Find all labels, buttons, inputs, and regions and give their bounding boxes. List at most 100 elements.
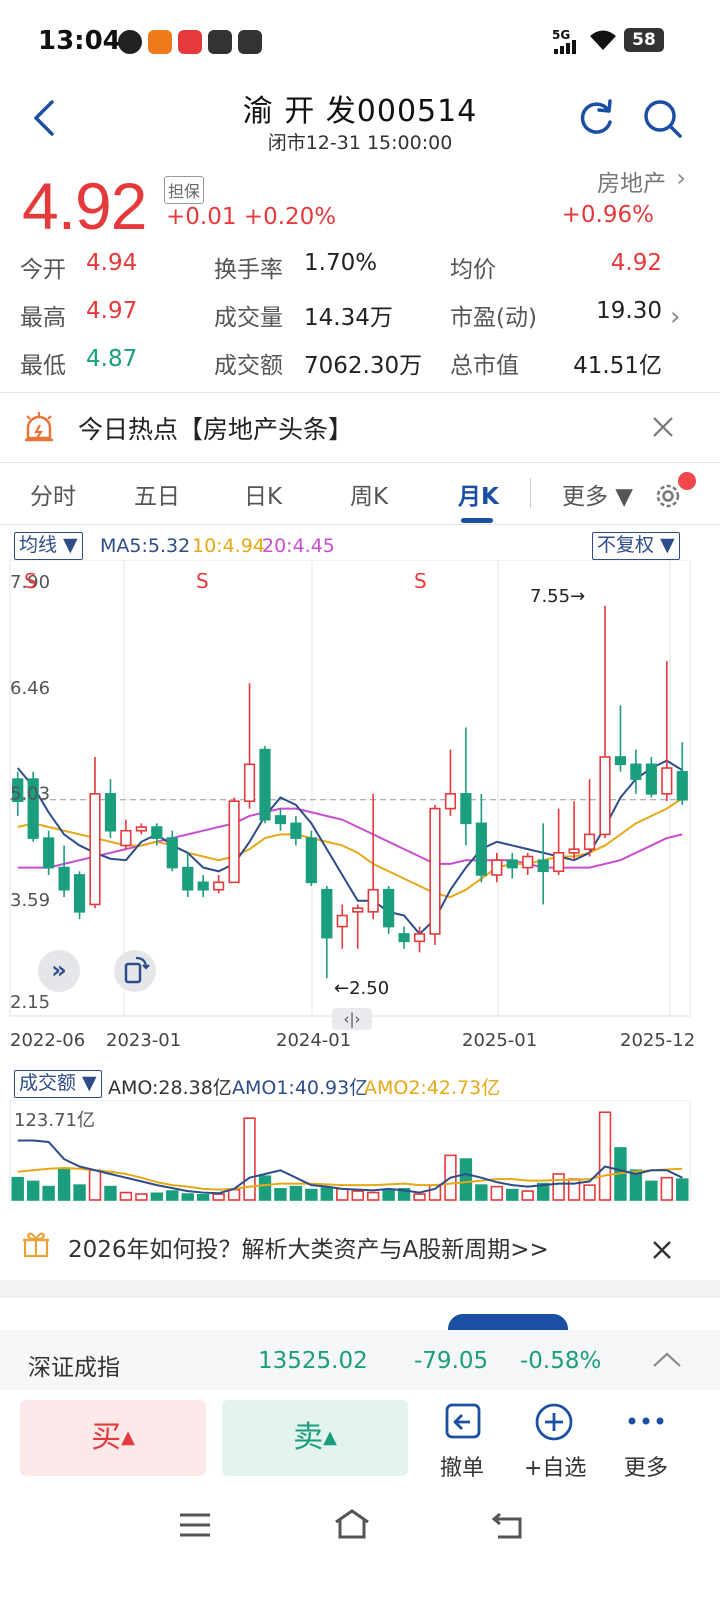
volume-bar: [351, 1190, 364, 1201]
tab-4[interactable]: 月K: [458, 477, 499, 511]
volume-bar: [258, 1175, 272, 1201]
cancel-order-label[interactable]: 撤单: [440, 1450, 484, 1482]
chevron-up-icon[interactable]: [652, 1350, 682, 1368]
hot-topic-link[interactable]: 今日热点【房地产头条】: [78, 410, 353, 446]
candle: [243, 683, 256, 809]
add-watchlist-label[interactable]: +自选: [524, 1450, 586, 1482]
stat-value: 14.34万: [304, 305, 393, 331]
volume-bar: [73, 1184, 86, 1201]
more-icon[interactable]: [626, 1414, 666, 1428]
volume-bar: [552, 1173, 565, 1201]
stat-value: 41.51亿: [573, 353, 662, 379]
candle-body: [120, 829, 132, 847]
search-icon[interactable]: [640, 96, 684, 140]
candle: [228, 797, 240, 884]
tab-3[interactable]: 周K: [350, 477, 388, 511]
candle-body: [630, 763, 642, 780]
candle-body: [89, 793, 101, 906]
volume-selector[interactable]: 成交额 ▼: [14, 1070, 102, 1098]
s-marker: S: [24, 569, 37, 593]
volume-bar: [11, 1176, 24, 1201]
candle-body: [367, 888, 379, 913]
add-watchlist-icon[interactable]: [534, 1402, 574, 1442]
index-percent: -0.58%: [520, 1348, 602, 1374]
tab-2[interactable]: 日K: [244, 477, 282, 511]
battery-level: 58: [632, 30, 656, 50]
adjust-selector[interactable]: 不复权 ▼: [592, 532, 680, 560]
banner-close-icon[interactable]: [652, 1240, 672, 1260]
tab-1[interactable]: 五日: [134, 477, 180, 511]
volume-bar: [289, 1185, 303, 1201]
volume-bar: [583, 1184, 596, 1201]
volume-bar: [413, 1193, 426, 1201]
candle-body: [553, 852, 565, 873]
back-nav-icon[interactable]: [490, 1510, 526, 1540]
sell-label: 卖: [293, 1420, 324, 1455]
candle: [676, 742, 688, 805]
volume-bar: [490, 1185, 504, 1201]
home-icon[interactable]: [332, 1508, 372, 1540]
notification-dot: [678, 472, 696, 490]
volume-bar: [506, 1188, 519, 1201]
chevron-right-icon[interactable]: ›: [676, 164, 686, 192]
volume-bar: [135, 1193, 148, 1201]
candle-body: [213, 881, 225, 891]
sell-button[interactable]: 卖▲: [222, 1400, 408, 1476]
volume-bar: [660, 1176, 674, 1201]
hidden-tabs-strip: [0, 1298, 720, 1344]
candle: [89, 756, 101, 909]
promo-text[interactable]: 2026年如何投？解析大类资产与A股新周期>>: [68, 1230, 549, 1264]
close-icon[interactable]: [652, 416, 674, 438]
tab-5[interactable]: 更多 ▼: [562, 477, 633, 511]
stat-value: 19.30: [596, 298, 662, 324]
volume-bar: [274, 1188, 287, 1201]
candle-body: [182, 866, 194, 891]
stat-label: 均价: [450, 257, 496, 283]
candle-body: [398, 933, 410, 943]
candle: [583, 779, 596, 857]
scroll-handle[interactable]: ‹|›: [332, 1008, 372, 1030]
candle-body: [599, 756, 611, 836]
candle-body: [166, 837, 178, 869]
amo-label: AMO:28.38亿: [108, 1077, 232, 1099]
app-at-icon: [208, 30, 232, 54]
more-label[interactable]: 更多: [624, 1450, 668, 1482]
candle: [568, 801, 580, 861]
high-price-label: 7.55→: [530, 586, 585, 607]
menu-icon[interactable]: [178, 1512, 212, 1538]
candle: [213, 874, 225, 894]
volume-bar: [88, 1169, 102, 1201]
status-bar: 13:04 5G 58: [0, 0, 720, 80]
ma-selector[interactable]: 均线 ▼: [14, 532, 83, 560]
volume-bar: [428, 1184, 442, 1201]
kline-chart[interactable]: 7.906.465.033.592.152022-06 2023-01 2024-0…: [0, 560, 720, 1060]
candle-body: [413, 933, 426, 943]
ma5-label: MA5:5.32: [100, 535, 191, 557]
pe-chevron-icon[interactable]: ›: [670, 302, 680, 332]
rotate-icon[interactable]: [114, 950, 156, 992]
index-name: 深证成指: [28, 1355, 120, 1381]
stat-value: 7062.30万: [304, 353, 423, 379]
refresh-icon[interactable]: [574, 96, 618, 140]
candle: [522, 852, 534, 875]
sector-link[interactable]: 房地产: [597, 164, 666, 198]
candle-body: [383, 888, 395, 928]
buy-label: 买: [91, 1420, 122, 1455]
buy-button[interactable]: 买▲: [20, 1400, 206, 1476]
candle: [383, 886, 395, 934]
expand-button[interactable]: »: [38, 950, 80, 992]
volume-bar: [598, 1111, 612, 1201]
tab-0[interactable]: 分时: [30, 477, 76, 511]
weibo-icon: [118, 30, 142, 54]
volume-chart[interactable]: 123.71亿: [0, 1100, 720, 1204]
cancel-order-icon[interactable]: [444, 1402, 482, 1440]
volume-bar: [196, 1193, 210, 1201]
candle-body: [429, 807, 441, 935]
candle: [491, 852, 503, 883]
ma10-line: [17, 797, 683, 899]
index-value: 13525.02: [258, 1348, 368, 1374]
volume-bar: [166, 1190, 179, 1201]
stat-label: 成交量: [214, 305, 283, 331]
candle-body: [645, 763, 657, 795]
candle-body: [336, 914, 348, 928]
